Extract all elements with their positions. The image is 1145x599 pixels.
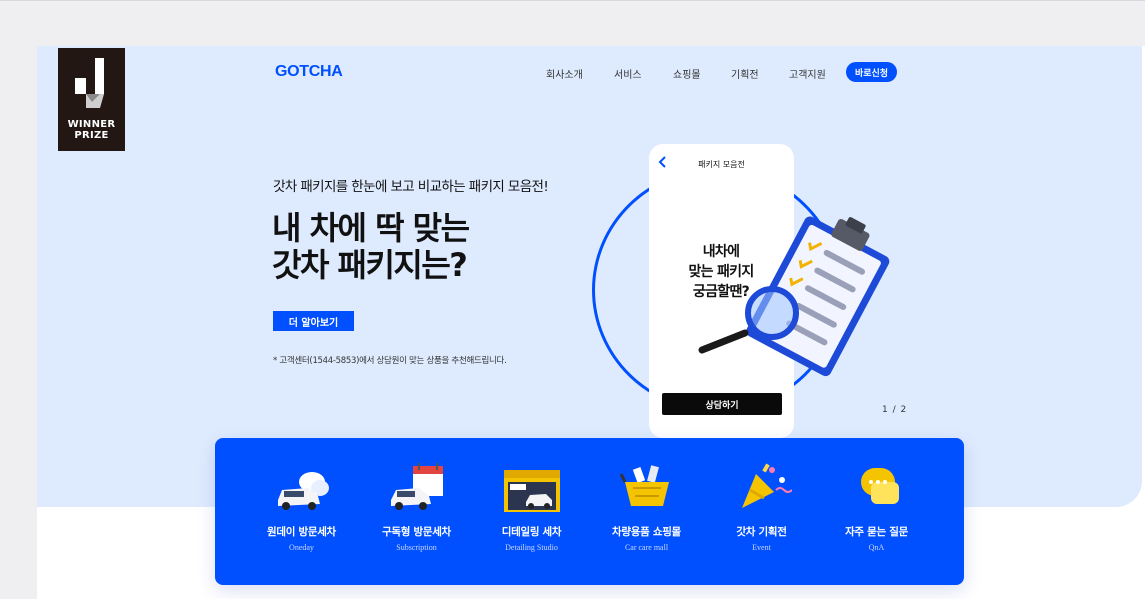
nav-support[interactable]: 고객지원 xyxy=(789,66,826,81)
nav-event[interactable]: 기획전 xyxy=(731,66,759,81)
store-icon xyxy=(503,470,560,512)
award-text: WINNER PRIZE xyxy=(58,119,125,141)
service-title: 원데이 방문세차 xyxy=(267,526,336,538)
service-subtitle: Subscription xyxy=(396,543,437,552)
hero-subtitle: 갓차 패키지를 한눈에 보고 비교하는 패키지 모음전! xyxy=(273,179,549,195)
slide-pager[interactable]: 1 / 2 xyxy=(882,405,907,415)
service-subtitle: QnA xyxy=(868,543,885,552)
hero-headline: 내 차에 딱 맞는 갓차 패키지는? xyxy=(272,209,470,284)
clipboard-magnifier-icon xyxy=(698,216,890,377)
services-panel: 원데이 방문세차 Oneday 구독형 방문세차 Subscription 디테… xyxy=(215,438,964,585)
headline-line1: 내 차에 딱 맞는 xyxy=(272,209,470,247)
gotcha-logo[interactable]: GOTCHA xyxy=(275,63,343,81)
hero-notice: * 고객센터(1544-5853)에서 상담원이 맞는 상품을 추천해드립니다. xyxy=(273,356,507,366)
award-line2: PRIZE xyxy=(74,130,109,141)
service-title: 디테일링 세차 xyxy=(501,526,562,538)
learn-more-button[interactable]: 더 알아보기 xyxy=(273,311,354,331)
service-subtitle: Event xyxy=(752,543,771,552)
nav-service[interactable]: 서비스 xyxy=(614,66,642,81)
service-title: 자주 묻는 질문 xyxy=(845,526,908,538)
car-wash-icon xyxy=(277,472,329,510)
service-subtitle: Car care mall xyxy=(624,543,669,552)
service-detailing[interactable]: 디테일링 세차 Detailing Studio xyxy=(474,460,589,552)
nav-company[interactable]: 회사소개 xyxy=(546,66,583,81)
service-title: 갓차 기획전 xyxy=(736,526,787,538)
award-logo-icon xyxy=(75,58,104,108)
service-oneday[interactable]: 원데이 방문세차 Oneday xyxy=(244,460,359,552)
consult-button[interactable]: 상담하기 xyxy=(662,393,782,415)
chat-bubble-icon xyxy=(860,468,899,504)
headline-line2: 갓차 패키지는? xyxy=(272,246,468,284)
service-title: 차량용품 쇼핑몰 xyxy=(612,526,681,538)
service-faq[interactable]: 자주 묻는 질문 QnA xyxy=(819,460,934,552)
calendar-car-icon xyxy=(390,463,443,510)
service-mall[interactable]: 차량용품 쇼핑몰 Car care mall xyxy=(589,460,704,552)
top-border xyxy=(0,0,1145,1)
nav-shop[interactable]: 쇼핑몰 xyxy=(673,66,701,81)
party-popper-icon xyxy=(741,463,792,508)
service-subtitle: Detailing Studio xyxy=(505,543,558,552)
apply-now-button[interactable]: 바로신청 xyxy=(846,62,897,82)
winner-prize-badge: WINNER PRIZE xyxy=(58,48,125,151)
service-event[interactable]: 갓차 기획전 Event xyxy=(704,460,819,552)
service-subtitle: Oneday xyxy=(289,543,314,552)
service-subscription[interactable]: 구독형 방문세차 Subscription xyxy=(359,460,474,552)
service-title: 구독형 방문세차 xyxy=(382,526,451,538)
phone-title: 패키지 모음전 xyxy=(698,160,745,169)
shopping-basket-icon xyxy=(619,465,669,506)
award-line1: WINNER xyxy=(67,119,116,130)
